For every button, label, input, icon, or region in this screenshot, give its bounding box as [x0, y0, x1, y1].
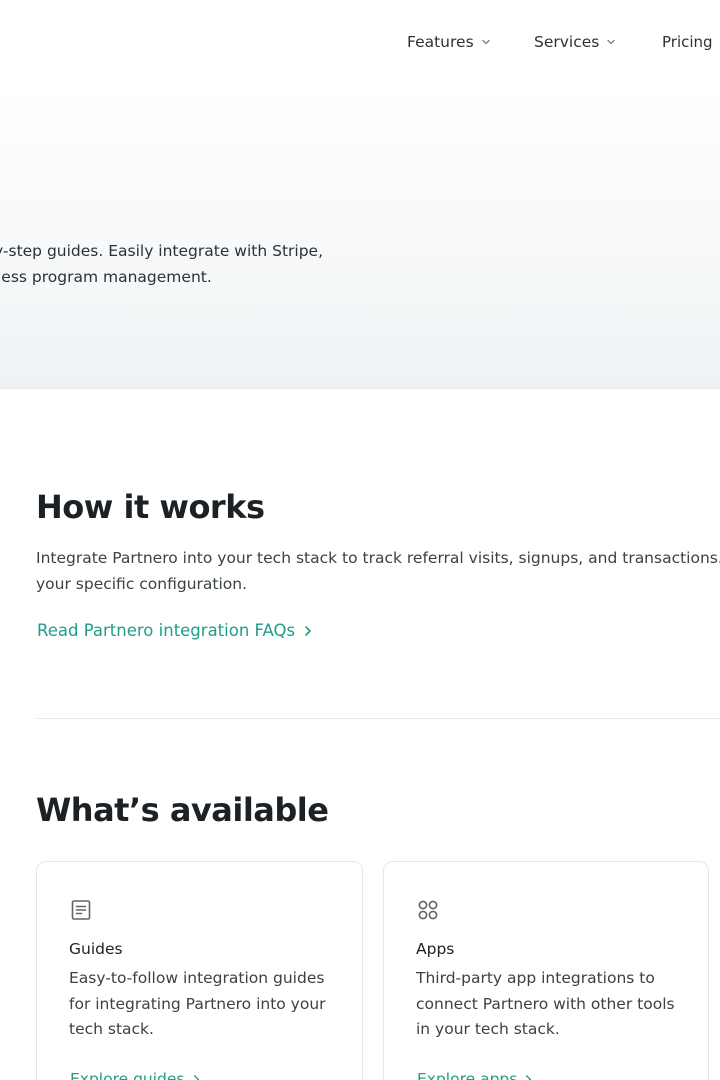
chevron-down-icon — [481, 39, 490, 45]
apps-card-description-line: Third-party app integrations to — [416, 969, 655, 987]
guides-card-description: Easy-to-follow integration guides for in… — [69, 966, 339, 1043]
whats-available-title: What’s available — [36, 791, 329, 829]
apps-card-description-line: connect Partnero with other tools — [416, 994, 675, 1013]
chevron-right-icon — [305, 625, 311, 636]
chevron-right-icon — [526, 1074, 532, 1080]
nav-features-menu[interactable]: Features — [407, 31, 491, 53]
apps-grid-icon — [418, 900, 438, 920]
explore-apps-link[interactable]: Explore apps — [417, 1070, 533, 1080]
document-icon — [71, 900, 91, 920]
hero-description: y-step guides. Easily integrate with Str… — [0, 238, 330, 290]
apps-card-title: Apps — [416, 940, 455, 958]
apps-card-description: Third-party app integrations to connect … — [416, 966, 686, 1043]
hero-description-line: y-step guides. Easily integrate with Str… — [0, 242, 324, 260]
page: Features Services Pricing y-step guides.… — [0, 0, 720, 1080]
nav-features-label: Features — [407, 33, 474, 51]
guides-card-title: Guides — [69, 940, 123, 958]
chevron-right-icon — [193, 1074, 199, 1080]
hero-description-line: less program management. — [0, 268, 212, 286]
nav-services-label: Services — [534, 33, 600, 51]
explore-apps-link-label: Explore apps — [417, 1070, 518, 1080]
how-it-works-description-line: your specific configuration. — [36, 574, 248, 593]
how-it-works-title: How it works — [36, 488, 265, 526]
section-divider — [36, 718, 720, 719]
chevron-down-icon — [607, 39, 616, 45]
explore-guides-link-label: Explore guides — [70, 1070, 185, 1080]
apps-card-description-line: in your tech stack. — [416, 1020, 560, 1038]
guides-card-description-line: tech stack. — [69, 1020, 154, 1038]
nav-pricing-label: Pricing — [662, 33, 713, 51]
nav-services-menu[interactable]: Services — [534, 31, 616, 53]
how-it-works-description-line: Integrate Partnero into your tech stack … — [36, 549, 720, 567]
integration-faqs-link-label: Read Partnero integration FAQs — [37, 621, 296, 640]
explore-guides-link[interactable]: Explore guides — [70, 1070, 201, 1080]
nav-pricing-link[interactable]: Pricing — [662, 31, 713, 53]
guides-card-description-line: Easy-to-follow integration guides — [69, 969, 325, 987]
guides-card[interactable]: Guides Easy-to-follow integration guides… — [36, 861, 363, 1080]
hero-section: y-step guides. Easily integrate with Str… — [0, 84, 720, 389]
top-navigation: Features Services Pricing — [0, 0, 720, 84]
how-it-works-description: Integrate Partnero into your tech stack … — [36, 546, 720, 597]
guides-card-description-line: for integrating Partnero into your — [69, 994, 326, 1013]
integration-faqs-link[interactable]: Read Partnero integration FAQs — [37, 621, 313, 640]
apps-card[interactable]: Apps Third-party app integrations to con… — [383, 861, 709, 1080]
